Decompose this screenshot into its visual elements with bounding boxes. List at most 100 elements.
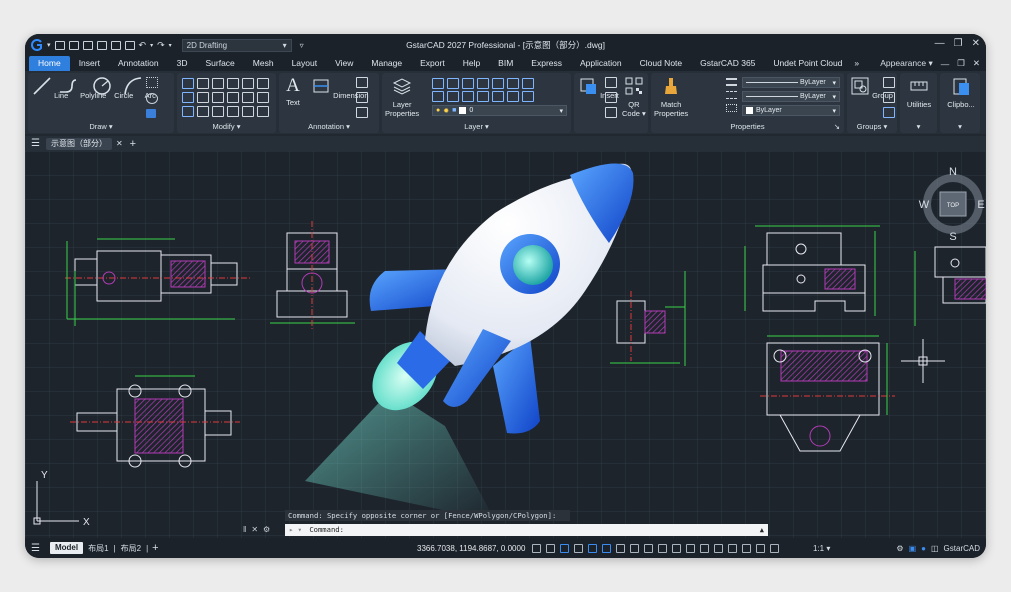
compass-e[interactable]: E	[977, 199, 984, 211]
new-file-icon[interactable]	[54, 40, 65, 50]
layer-walk-icon[interactable]	[432, 91, 444, 102]
command-input[interactable]: ▸ ▾ Command: ▲	[285, 523, 768, 536]
minimize-icon[interactable]: —	[935, 38, 945, 49]
otrack-icon[interactable]	[616, 543, 625, 553]
table-icon[interactable]	[356, 77, 368, 88]
utilities-tool[interactable]: Utilities	[901, 76, 937, 109]
compass-w[interactable]: W	[919, 199, 930, 211]
redo-icon[interactable]: ↷	[157, 40, 165, 51]
layer-properties-tool[interactable]: Layer Properties	[385, 76, 419, 118]
close-command-icon[interactable]: ✕	[251, 525, 258, 534]
add-tab-icon[interactable]: +	[130, 138, 136, 150]
hamburger-menu-icon[interactable]: ☰	[31, 138, 40, 149]
redo-dropdown-icon[interactable]: ▾	[169, 42, 172, 49]
compass-s[interactable]: S	[949, 231, 956, 243]
lengthen-icon[interactable]	[257, 106, 269, 117]
array-icon[interactable]	[242, 78, 254, 89]
layer-previous-icon[interactable]	[522, 91, 534, 102]
layout-menu-icon[interactable]: ☰	[31, 543, 40, 554]
undo-icon[interactable]: ↶	[139, 40, 147, 51]
create-block-icon[interactable]	[605, 77, 617, 88]
document-tab[interactable]: 示意图（部分）	[45, 137, 112, 150]
linetype-select[interactable]: ByLayer ▾	[742, 77, 840, 88]
open-file-icon[interactable]	[68, 40, 79, 50]
layer-lock-icon[interactable]	[492, 78, 504, 89]
move-icon[interactable]	[182, 92, 194, 103]
save-as-icon[interactable]	[96, 40, 107, 50]
hardware-accel-icon[interactable]	[728, 543, 737, 553]
stretch-icon[interactable]	[182, 106, 194, 117]
lineweight-select[interactable]: ByLayer ▾	[742, 91, 840, 102]
point-icon[interactable]	[146, 77, 158, 88]
tab-3d[interactable]: 3D	[168, 56, 197, 71]
transparency-toggle-icon[interactable]	[672, 543, 681, 553]
offset-icon[interactable]	[227, 78, 239, 89]
undo-dropdown-icon[interactable]: ▾	[150, 42, 153, 49]
tab-gstarcad-365[interactable]: GstarCAD 365	[691, 56, 764, 71]
dyn-icon[interactable]	[644, 543, 653, 553]
settings-gear-icon[interactable]: ⚙	[263, 525, 270, 534]
tab-home[interactable]: Home	[29, 56, 70, 71]
text-tool[interactable]: A Text	[283, 76, 303, 108]
layer-match-icon[interactable]	[507, 78, 519, 89]
properties-expand-icon[interactable]: ↘	[834, 122, 840, 132]
clipboard-panel-title[interactable]: ▾	[940, 122, 980, 132]
clean-screen-icon[interactable]: ◫	[931, 544, 939, 553]
annotation-monitor-icon[interactable]	[700, 543, 709, 553]
annotation-scale-value[interactable]: 1:1 ▾	[813, 544, 830, 553]
edit-block-icon[interactable]	[605, 92, 617, 103]
drag-handle-icon[interactable]: ‖	[243, 525, 246, 534]
lineweight-toggle-icon[interactable]	[658, 543, 667, 553]
trim-icon[interactable]	[212, 92, 224, 103]
join-icon[interactable]	[227, 106, 239, 117]
lock-icon[interactable]: ▣	[909, 544, 917, 553]
annotation-panel-title[interactable]: Annotation ▾	[279, 122, 379, 132]
saveall-icon[interactable]	[110, 40, 121, 50]
close-icon[interactable]: ✕	[972, 38, 980, 49]
tab-layout2[interactable]: 布局2	[116, 543, 146, 554]
layer-off-icon[interactable]	[462, 78, 474, 89]
match-properties-tool[interactable]: Match Properties	[654, 76, 688, 118]
snap-mode-icon[interactable]	[560, 543, 569, 553]
layer-unisolate-icon[interactable]	[447, 78, 459, 89]
restore-icon[interactable]: ❐	[954, 38, 963, 49]
tab-undet-point-cloud[interactable]: Undet Point Cloud	[764, 56, 851, 71]
drawing-canvas[interactable]: Y X TOP N S E W Command: Specify opposit…	[25, 151, 986, 538]
selection-cycling-icon[interactable]	[686, 543, 695, 553]
layer-on-icon[interactable]	[477, 91, 489, 102]
ducs-icon[interactable]	[630, 543, 639, 553]
align-icon[interactable]	[242, 106, 254, 117]
isolate-objects-icon[interactable]: ●	[921, 544, 926, 553]
clipboard-tool[interactable]: Clipbo...	[942, 76, 980, 109]
tab-manage[interactable]: Manage	[362, 56, 411, 71]
isolate-icon[interactable]	[714, 543, 723, 553]
add-layout-icon[interactable]: +	[152, 542, 158, 554]
workspace-gear-icon[interactable]: ⚙	[896, 544, 903, 553]
attribute-icon[interactable]	[605, 107, 617, 118]
zoom-icon[interactable]	[742, 543, 751, 553]
viewcube[interactable]: TOP N S E W	[919, 166, 985, 243]
layer-thaw-icon[interactable]	[492, 91, 504, 102]
print-icon[interactable]	[124, 40, 135, 50]
tab-layout1[interactable]: 布局1	[83, 543, 113, 554]
workspace-select[interactable]: 2D Drafting ▾	[181, 38, 292, 52]
osnap-icon[interactable]	[602, 543, 611, 553]
viewcube-top-label[interactable]: TOP	[947, 203, 959, 209]
fillet-icon[interactable]	[242, 92, 254, 103]
layer-freeze-icon[interactable]	[477, 78, 489, 89]
tab-bim[interactable]: BIM	[489, 56, 522, 71]
ungroup-icon[interactable]	[883, 77, 895, 88]
copy-icon[interactable]	[197, 78, 209, 89]
tab-export[interactable]: Export	[411, 56, 454, 71]
ellipse-icon[interactable]	[146, 93, 158, 104]
erase-icon[interactable]	[182, 78, 194, 89]
app-menu-chevron-icon[interactable]: ▾	[47, 41, 51, 49]
tab-view[interactable]: View	[326, 56, 362, 71]
coordinate-readout[interactable]: 3366.7038, 1194.8687, 0.0000	[417, 544, 525, 553]
groups-panel-title[interactable]: Groups ▾	[847, 122, 897, 132]
hatch-icon[interactable]	[146, 109, 156, 118]
grid-icon[interactable]	[532, 543, 541, 553]
chamfer-icon[interactable]	[257, 92, 269, 103]
layer-iso-icon[interactable]	[432, 78, 444, 89]
tab-mesh[interactable]: Mesh	[244, 56, 283, 71]
